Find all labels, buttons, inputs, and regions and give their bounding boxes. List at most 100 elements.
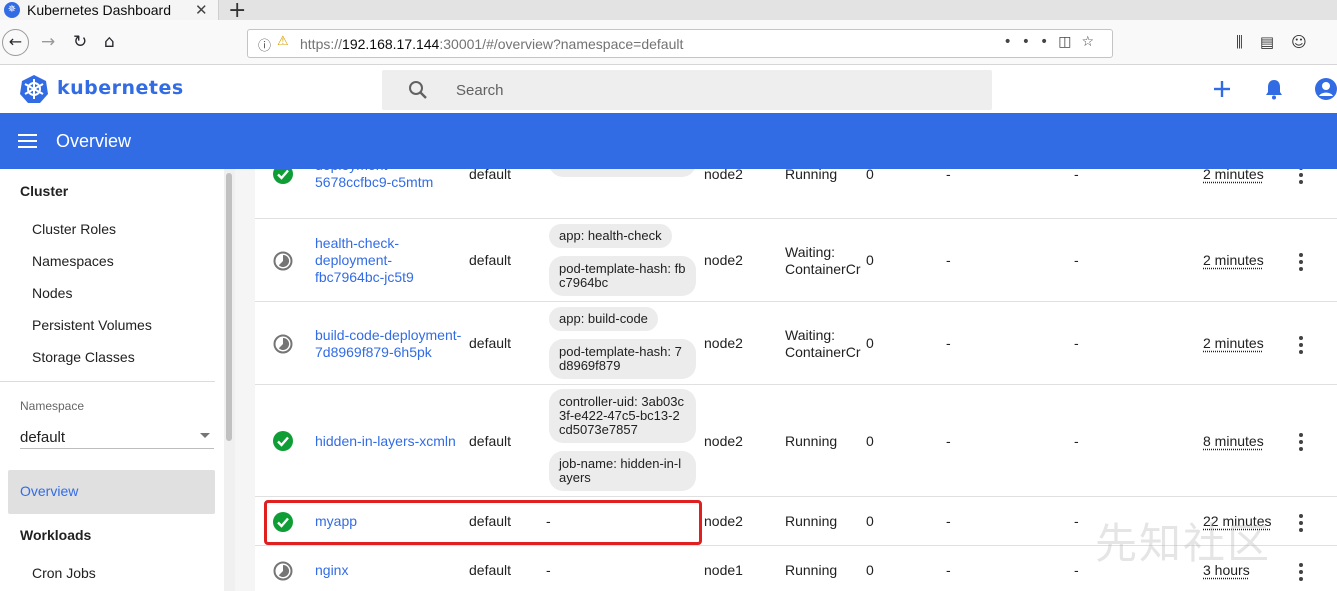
address-bar[interactable]: ⓘ ⚠ https://192.168.17.144:30001/#/overv… — [247, 29, 1113, 58]
kubernetes-logo-icon[interactable] — [19, 74, 49, 104]
pod-cpu: - — [946, 169, 951, 183]
pod-namespace: default — [469, 562, 511, 579]
pod-cpu: - — [946, 252, 951, 269]
pod-memory: - — [1074, 335, 1079, 352]
more-actions-icon[interactable] — [1295, 169, 1307, 186]
pod-memory: - — [1074, 513, 1079, 530]
sidebar-item-nodes[interactable]: Nodes — [32, 285, 72, 301]
pod-restarts: 0 — [866, 433, 874, 450]
sidebar-item-label: Overview — [20, 483, 78, 499]
pod-node: node2 — [704, 335, 743, 352]
pod-status: Running — [785, 169, 862, 183]
pod-status: Waiting: ContainerCr — [785, 327, 862, 361]
pod-label-chip: controller-uid: 3ab03c3f-e422-47c5-bc13-… — [549, 389, 696, 443]
status-pending-clock-icon — [273, 334, 293, 354]
notifications-bell-icon[interactable] — [1262, 77, 1286, 101]
more-actions-icon[interactable] — [1295, 563, 1307, 583]
pod-namespace: default — [469, 433, 511, 450]
home-button[interactable]: ⌂ — [104, 32, 115, 52]
pod-row[interactable]: health-check- deployment- fbc7964bc-jc5t… — [255, 219, 1337, 302]
pod-cpu: - — [946, 562, 951, 579]
back-button[interactable]: ← — [2, 29, 29, 56]
close-tab-icon[interactable]: ✕ — [195, 0, 208, 20]
pod-namespace: default — [469, 169, 511, 183]
sidebar-heading-workloads[interactable]: Workloads — [20, 527, 91, 543]
status-running-check-icon — [273, 169, 293, 184]
sidebar-heading-cluster[interactable]: Cluster — [20, 183, 68, 199]
more-actions-icon[interactable] — [1295, 336, 1307, 356]
search-input[interactable] — [456, 70, 976, 110]
create-plus-icon[interactable] — [1210, 77, 1234, 101]
pod-row[interactable]: nginx default - node1 Running 0 - - 3 hours — [255, 546, 1337, 591]
pod-row[interactable]: deployment- 5678ccfbc9-c5mtm default pod-t… — [255, 169, 1337, 219]
pod-label-chip: pod-template-hash: 5678ccfbc9 — [549, 169, 696, 177]
pod-label-chip: job-name: hidden-in-layers — [549, 451, 696, 491]
pod-restarts: 0 — [866, 169, 874, 183]
pod-name-link[interactable]: myapp — [315, 513, 357, 530]
pod-status: Running — [785, 433, 862, 450]
pod-namespace: default — [469, 335, 511, 352]
pod-name-link[interactable]: build-code-deployment- 7d8969f879-6h5pk — [315, 327, 461, 361]
url-text[interactable]: https://192.168.17.144:30001/#/overview?… — [300, 36, 683, 52]
sidebar-item-persistent-volumes[interactable]: Persistent Volumes — [32, 317, 152, 333]
more-actions-icon[interactable] — [1295, 514, 1307, 534]
sidebar-item-overview[interactable]: Overview — [8, 470, 215, 514]
pod-memory: - — [1074, 252, 1079, 269]
pod-restarts: 0 — [866, 252, 874, 269]
pod-labels-empty: - — [546, 562, 551, 579]
pod-row[interactable]: hidden-in-layers-xcmln default controller-… — [255, 385, 1337, 497]
account-icon[interactable] — [1314, 77, 1337, 101]
pod-memory: - — [1074, 433, 1079, 450]
pod-label-chip: pod-template-hash: fbc7964bc — [549, 256, 696, 296]
pod-restarts: 0 — [866, 562, 874, 579]
menu-hamburger-icon[interactable] — [18, 132, 38, 150]
browser-tab-bar: ✵ Kubernetes Dashboard ✕ + — [0, 0, 1337, 20]
page-actions-icons[interactable]: •••◫☆ — [1003, 34, 1104, 50]
pod-labels-empty: - — [546, 513, 551, 530]
pod-namespace: default — [469, 252, 511, 269]
brand-name[interactable]: kubernetes — [57, 77, 184, 99]
more-actions-icon[interactable] — [1295, 433, 1307, 453]
pod-name-link[interactable]: deployment- 5678ccfbc9-c5mtm — [315, 169, 433, 191]
pod-age: 8 minutes — [1203, 433, 1264, 449]
main-content: deployment- 5678ccfbc9-c5mtm default pod-t… — [235, 169, 1337, 591]
namespace-select[interactable]: default — [20, 427, 214, 449]
pod-label-chip: pod-template-hash: 7d8969f879 — [549, 339, 696, 379]
status-pending-clock-icon — [273, 561, 293, 581]
search-icon — [408, 80, 428, 100]
reload-button[interactable]: ↻ — [73, 32, 87, 52]
more-actions-icon[interactable] — [1295, 253, 1307, 273]
pod-label-chip: app: health-check — [549, 224, 672, 248]
pod-label-chip: app: build-code — [549, 307, 658, 331]
pod-cpu: - — [946, 433, 951, 450]
sidebar-item-cluster-roles[interactable]: Cluster Roles — [32, 221, 116, 237]
pod-node: node2 — [704, 169, 743, 183]
pod-name-link[interactable]: hidden-in-layers-xcmln — [315, 433, 456, 450]
pod-age: 3 hours — [1203, 562, 1250, 578]
sidebar-scrollbar[interactable] — [224, 169, 235, 591]
status-pending-clock-icon — [273, 251, 293, 271]
status-running-check-icon — [273, 512, 293, 532]
forward-button[interactable]: → — [41, 32, 55, 52]
pod-row[interactable]: build-code-deployment- 7d8969f879-6h5pk d… — [255, 302, 1337, 385]
sidebar-item-storage-classes[interactable]: Storage Classes — [32, 349, 135, 365]
info-icon[interactable]: ⓘ — [258, 35, 271, 54]
pod-age: 2 minutes — [1203, 335, 1264, 351]
sidebar-scroll-thumb[interactable] — [226, 173, 232, 441]
insecure-lock-icon[interactable]: ⚠ — [277, 34, 289, 49]
sidebar-item-namespaces[interactable]: Namespaces — [32, 253, 114, 269]
pod-name-link[interactable]: health-check- deployment- fbc7964bc-jc5t… — [315, 235, 414, 286]
browser-tab[interactable]: ✵ Kubernetes Dashboard ✕ — [0, 0, 219, 20]
pods-card: deployment- 5678ccfbc9-c5mtm default pod-t… — [255, 169, 1337, 591]
library-sidebar-account-icons[interactable]: ⫼▤☺ — [1236, 33, 1324, 51]
search-box[interactable] — [382, 70, 992, 110]
namespace-value: default — [20, 429, 65, 446]
app-header: kubernetes — [0, 65, 1337, 113]
pod-name-link[interactable]: nginx — [315, 562, 348, 579]
page-title: Overview — [56, 131, 131, 152]
pod-memory: - — [1074, 169, 1079, 183]
pod-namespace: default — [469, 513, 511, 530]
pod-row[interactable]: myapp default - node2 Running 0 - - 22 minutes — [255, 497, 1337, 546]
sidebar-item-cron-jobs[interactable]: Cron Jobs — [32, 565, 96, 581]
pod-age: 2 minutes — [1203, 252, 1264, 268]
